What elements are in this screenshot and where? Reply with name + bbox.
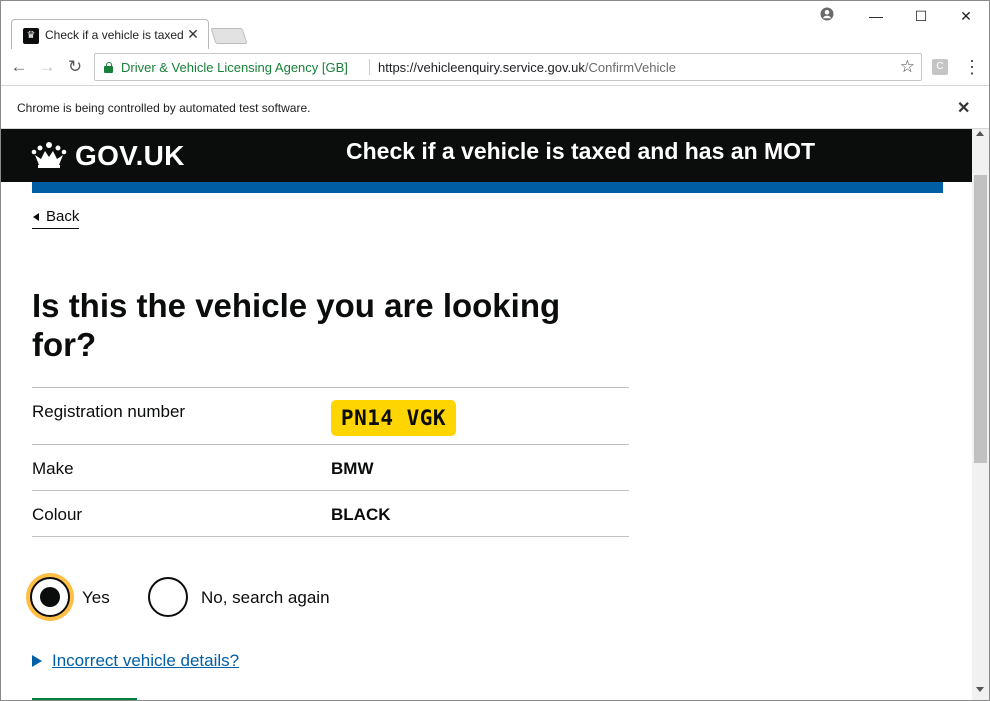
extension-icon[interactable]: C <box>932 59 948 75</box>
back-link[interactable]: Back <box>32 208 80 229</box>
minimize-button[interactable]: — <box>861 6 891 26</box>
automation-infobar: Chrome is being controlled by automated … <box>1 87 989 129</box>
account-icon[interactable] <box>812 6 842 26</box>
radio-option-no[interactable]: No, search again <box>148 577 348 621</box>
make-value: BMW <box>331 459 374 478</box>
url-text[interactable]: https://vehicleenquiry.service.gov.uk/Co… <box>378 60 676 75</box>
summary-row-make: Make BMW <box>32 444 629 490</box>
gov-header: GOV.UK Check if a vehicle is taxed and h… <box>1 129 972 182</box>
make-label: Make <box>32 459 74 478</box>
browser-menu-icon[interactable]: ⋮ <box>963 55 981 79</box>
registration-label: Registration number <box>32 402 186 421</box>
crown-icon <box>31 141 67 174</box>
vehicle-summary-list: Registration number PN14 VGK Make BMW Co… <box>32 387 629 537</box>
infobar-text: Chrome is being controlled by automated … <box>17 101 311 115</box>
registration-plate: PN14 VGK <box>331 400 456 436</box>
browser-window: ♛ Check if a vehicle is taxed and has an… <box>0 0 990 701</box>
summary-row-colour: Colour BLACK <box>32 490 629 537</box>
summary-row-registration: Registration number PN14 VGK <box>32 387 629 444</box>
colour-value: BLACK <box>331 505 391 524</box>
close-window-button[interactable]: ✕ <box>951 6 981 26</box>
radio-yes[interactable] <box>30 577 70 617</box>
browser-toolbar: ← → ↻ Driver & Vehicle Licensing Agency … <box>1 49 989 86</box>
radio-no[interactable] <box>148 577 188 617</box>
header-accent-bar <box>32 182 943 193</box>
browser-tab[interactable]: ♛ Check if a vehicle is taxed and has an… <box>11 19 209 49</box>
reload-icon[interactable]: ↻ <box>65 57 85 77</box>
tab-strip: ♛ Check if a vehicle is taxed and has an… <box>1 1 989 49</box>
crown-icon: ♛ <box>23 28 39 44</box>
service-name[interactable]: Check if a vehicle is taxed and has an M… <box>346 138 815 165</box>
disclosure-triangle-icon <box>32 655 42 667</box>
back-triangle-icon <box>33 213 39 221</box>
tab-close-icon[interactable]: ✕ <box>185 26 201 42</box>
page-viewport: GOV.UK Check if a vehicle is taxed and h… <box>1 129 972 700</box>
address-divider <box>369 59 370 75</box>
page-title: Is this the vehicle you are looking for? <box>32 287 561 363</box>
site-organization: Driver & Vehicle Licensing Agency [GB] <box>121 60 348 75</box>
scroll-thumb[interactable] <box>974 175 987 463</box>
scroll-up-arrow-icon[interactable] <box>976 131 984 136</box>
back-arrow-icon[interactable]: ← <box>9 57 29 77</box>
radio-no-label[interactable]: No, search again <box>201 588 330 608</box>
scroll-down-arrow-icon[interactable] <box>976 687 984 692</box>
radio-yes-label[interactable]: Yes <box>82 588 110 608</box>
radio-selected-dot <box>40 587 60 607</box>
forward-arrow-icon[interactable]: → <box>37 57 57 77</box>
page-scrollbar[interactable] <box>972 129 989 700</box>
gov-uk-logo[interactable]: GOV.UK <box>75 140 185 172</box>
tab-title: Check if a vehicle is taxed and has an M… <box>45 28 185 42</box>
radio-option-yes[interactable]: Yes <box>30 577 140 621</box>
maximize-button[interactable]: ☐ <box>906 6 936 26</box>
infobar-close-icon[interactable]: ✕ <box>957 98 970 118</box>
colour-label: Colour <box>32 505 83 524</box>
back-link-label: Back <box>46 208 80 225</box>
lock-icon <box>104 62 113 73</box>
new-tab-button[interactable] <box>210 28 248 44</box>
address-bar[interactable]: Driver & Vehicle Licensing Agency [GB] h… <box>94 53 922 81</box>
incorrect-details-link[interactable]: Incorrect vehicle details? <box>52 651 239 671</box>
bookmark-star-icon[interactable]: ☆ <box>900 57 915 77</box>
